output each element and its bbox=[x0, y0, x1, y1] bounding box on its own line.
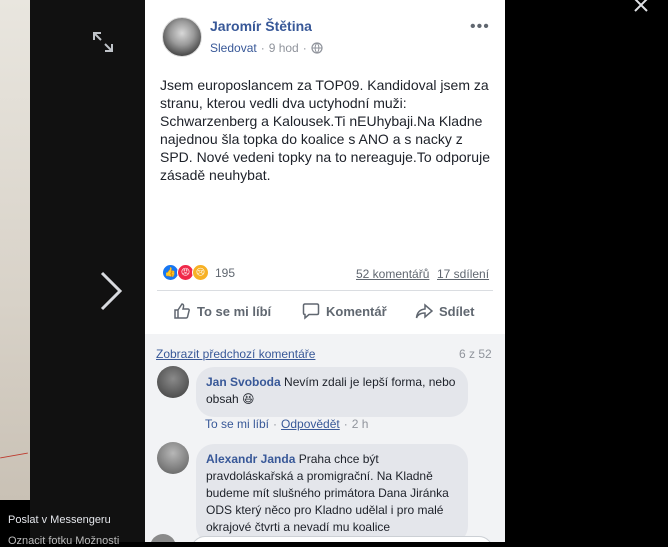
post-panel: Jaromír Štětina Sledovat · 9 hod · ••• J… bbox=[145, 0, 505, 542]
comment-input[interactable] bbox=[191, 536, 493, 542]
divider bbox=[157, 290, 493, 291]
like-button[interactable]: To se mi líbí bbox=[173, 302, 271, 320]
separator: · bbox=[273, 417, 278, 431]
reactions-summary[interactable]: 👍 😡 😢 195 bbox=[162, 264, 235, 281]
comment-bubble: Jan Svoboda Nevím zdali je lepší forma, … bbox=[196, 367, 468, 417]
sad-icon: 😢 bbox=[192, 264, 209, 281]
follow-link[interactable]: Sledovat bbox=[210, 41, 257, 55]
share-button[interactable]: Sdílet bbox=[415, 302, 474, 320]
comment-button[interactable]: Komentář bbox=[302, 302, 387, 320]
comment-icon bbox=[302, 303, 320, 320]
comment-time[interactable]: 2 h bbox=[352, 417, 369, 431]
background-photo-edge bbox=[0, 0, 30, 500]
share-icon bbox=[415, 303, 433, 319]
globe-icon bbox=[311, 42, 323, 54]
photo-options-bar[interactable]: Oznacit fotku Možnosti bbox=[8, 535, 119, 547]
commenter-avatar[interactable] bbox=[157, 366, 189, 398]
author-avatar[interactable] bbox=[162, 17, 202, 57]
shares-count-link[interactable]: 17 sdílení bbox=[437, 267, 489, 281]
reaction-count[interactable]: 195 bbox=[215, 266, 235, 280]
expand-icon[interactable] bbox=[92, 31, 114, 53]
comment-label: Komentář bbox=[326, 303, 387, 319]
photo-viewer-area bbox=[30, 0, 145, 542]
share-label: Sdílet bbox=[439, 303, 475, 319]
chevron-right-icon[interactable] bbox=[98, 270, 124, 312]
comments-page-count: 6 z 52 bbox=[459, 347, 492, 361]
previous-comments-link[interactable]: Zobrazit předchozí komentáře bbox=[156, 347, 315, 361]
send-in-messenger-link[interactable]: Poslat v Messengeru bbox=[8, 514, 111, 526]
separator: · bbox=[343, 417, 348, 431]
comment-bubble-2: Alexandr Janda Praha chce být pravdolásk… bbox=[196, 444, 468, 542]
like-label: To se mi líbí bbox=[197, 303, 272, 319]
comment-like-link[interactable]: To se mi líbí bbox=[205, 417, 269, 431]
comments-count-link[interactable]: 52 komentářů bbox=[356, 267, 429, 281]
commenter-avatar-2[interactable] bbox=[157, 442, 189, 474]
more-options-icon[interactable]: ••• bbox=[470, 18, 490, 36]
thumbs-up-icon bbox=[174, 303, 190, 319]
meta-separator: · bbox=[260, 41, 265, 55]
post-meta: Sledovat · 9 hod · bbox=[210, 41, 323, 55]
close-icon[interactable] bbox=[632, 0, 650, 14]
post-text: Jsem europoslancem za TOP09. Kandidoval … bbox=[160, 77, 490, 183]
author-name[interactable]: Jaromír Štětina bbox=[210, 18, 312, 34]
post-time[interactable]: 9 hod bbox=[269, 41, 299, 55]
comment-actions: To se mi líbí · Odpovědět · 2 h bbox=[205, 417, 368, 431]
comment-reply-link[interactable]: Odpovědět bbox=[281, 417, 340, 431]
meta-separator-2: · bbox=[302, 41, 307, 55]
commenter-name-2[interactable]: Alexandr Janda bbox=[206, 452, 295, 466]
commenter-name[interactable]: Jan Svoboda bbox=[206, 375, 281, 389]
